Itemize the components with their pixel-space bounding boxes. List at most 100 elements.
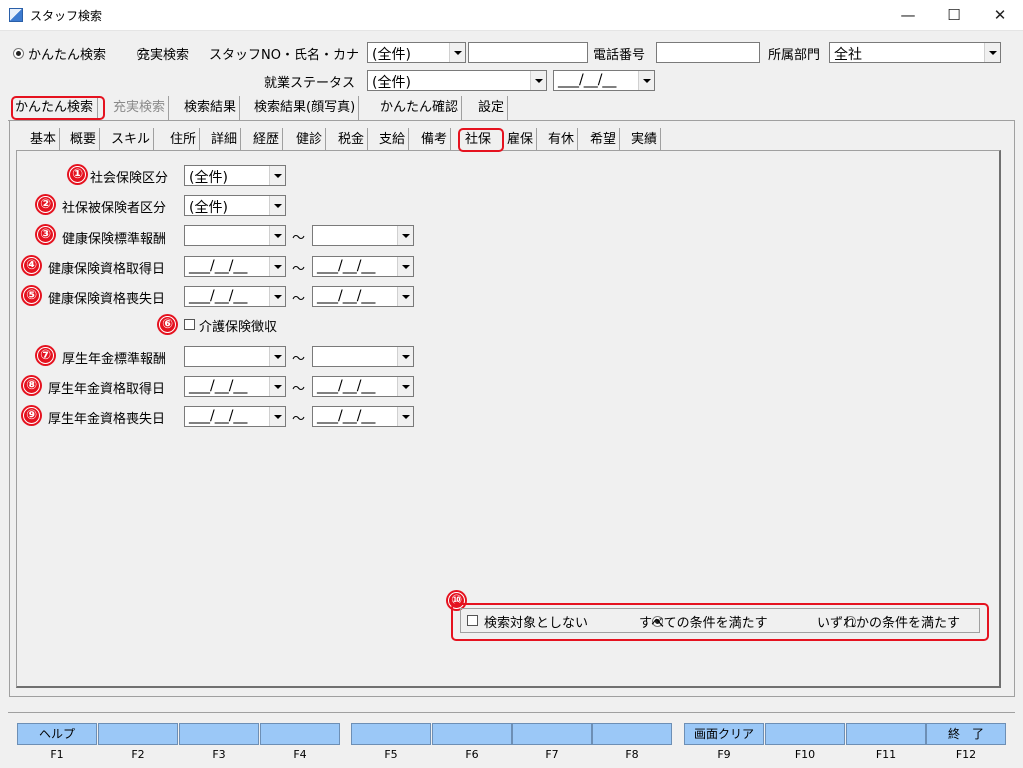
subtab-history[interactable]: 経歴 [250,128,284,151]
exit-button[interactable]: 終 了 [926,723,1006,745]
pension-standard-pay-from[interactable] [184,346,286,367]
subtab-performance[interactable]: 実績 [628,128,662,151]
phone-label: 電話番号 [593,48,646,63]
close-button[interactable]: ✕ [977,0,1023,31]
minimize-button[interactable]: — [885,0,931,31]
status-date-picker[interactable]: ___/__/__ [553,70,655,91]
tab-search-results[interactable]: 検索結果 [181,96,241,120]
f7-button[interactable] [512,723,592,745]
pension-acquired-date-label: 厚生年金資格取得日 [48,382,166,397]
tab-highlight [11,96,105,120]
chevron-down-icon [449,43,465,62]
f2-button[interactable] [98,723,178,745]
fkey-label: F7 [545,748,559,761]
health-standard-pay-from[interactable] [184,225,286,246]
window-title: スタッフ検索 [30,9,103,23]
range-tilde: ～ [292,262,306,277]
phone-input[interactable] [656,42,760,63]
marker-4: ④ [21,255,42,276]
subtab-skills[interactable]: スキル [108,128,155,151]
nursing-care-label: 介護保険徴収 [199,320,278,335]
subtab-pay[interactable]: 支給 [376,128,410,151]
fkey-label: F1 [50,748,64,761]
fkey-label: F8 [625,748,639,761]
subtab-address[interactable]: 住所 [167,128,201,151]
subtab-details[interactable]: 詳細 [208,128,242,151]
chevron-down-icon [269,196,285,215]
pension-acquired-date-to[interactable]: ___/__/__ [312,376,414,397]
insured-type-select[interactable]: (全件) [184,195,286,216]
dept-select[interactable]: 全社 [829,42,1001,63]
subtab-paid-leave[interactable]: 有休 [545,128,579,151]
chevron-down-icon [269,407,285,426]
fkey-label: F11 [875,748,897,761]
chevron-down-icon [397,287,413,306]
pension-lost-date-to[interactable]: ___/__/__ [312,406,414,427]
marker-6: ⑥ [157,314,178,335]
title-bar [0,0,1023,31]
simple-search-radio[interactable] [13,48,24,59]
f11-button[interactable] [846,723,926,745]
pension-acquired-date-from[interactable]: ___/__/__ [184,376,286,397]
health-lost-date-from[interactable]: ___/__/__ [184,286,286,307]
f6-button[interactable] [432,723,512,745]
marker-8: ⑧ [21,375,42,396]
health-acquired-date-from[interactable]: ___/__/__ [184,256,286,277]
insured-type-label: 社保被保険者区分 [62,201,167,216]
health-acquired-date-label: 健康保険資格取得日 [48,262,166,277]
chevron-down-icon [269,347,285,366]
clear-screen-button[interactable]: 画面クリア [684,723,764,745]
range-tilde: ～ [292,352,306,367]
f8-button[interactable] [592,723,672,745]
f10-button[interactable] [765,723,845,745]
help-button[interactable]: ヘルプ [17,723,97,745]
marker-7: ⑦ [35,345,56,366]
f4-button[interactable] [260,723,340,745]
marker-9: ⑨ [21,405,42,426]
tab-search-results-photo[interactable]: 検索結果(顔写真) [251,96,360,120]
subtab-wishes[interactable]: 希望 [587,128,621,151]
social-insurance-type-label: 社会保険区分 [90,171,169,186]
chevron-down-icon [269,166,285,185]
marker-5: ⑤ [21,285,42,306]
fkey-label: F10 [794,748,816,761]
tab-settings[interactable]: 設定 [475,96,509,120]
social-insurance-type-select[interactable]: (全件) [184,165,286,186]
pension-standard-pay-label: 厚生年金標準報酬 [62,352,167,367]
status-select[interactable]: (全件) [367,70,547,91]
subtab-basic[interactable]: 基本 [27,128,61,151]
staff-search-select[interactable]: (全件) [367,42,466,63]
f5-button[interactable] [351,723,431,745]
health-standard-pay-to[interactable] [312,225,414,246]
subtab-notes[interactable]: 備考 [418,128,452,151]
chevron-down-icon [397,226,413,245]
health-standard-pay-label: 健康保険標準報酬 [62,232,167,247]
health-acquired-date-to[interactable]: ___/__/__ [312,256,414,277]
subtab-tax[interactable]: 税金 [335,128,369,151]
marker-3: ③ [35,224,56,245]
subtab-health-check[interactable]: 健診 [293,128,327,151]
staff-search-input[interactable] [468,42,588,63]
dept-label: 所属部門 [768,48,821,63]
fkey-label: F5 [384,748,398,761]
tab-full-search[interactable]: 充実検索 [110,96,170,120]
chevron-down-icon [397,347,413,366]
tab-simple-confirm[interactable]: かんたん確認 [377,96,463,120]
f3-button[interactable] [179,723,259,745]
range-tilde: ～ [292,292,306,307]
maximize-button[interactable]: ☐ [931,0,977,31]
range-tilde: ～ [292,412,306,427]
subtab-employment-insurance[interactable]: 雇保 [504,128,538,151]
nursing-care-checkbox[interactable] [184,319,195,330]
subtab-overview[interactable]: 概要 [67,128,101,151]
chevron-down-icon [269,377,285,396]
chevron-down-icon [397,377,413,396]
exclude-checkbox[interactable] [467,615,478,626]
pension-standard-pay-to[interactable] [312,346,414,367]
pension-lost-date-from[interactable]: ___/__/__ [184,406,286,427]
all-conditions-label: すべての条件を満たす [639,616,768,631]
health-lost-date-to[interactable]: ___/__/__ [312,286,414,307]
fkey-separator [8,712,1015,713]
app-icon [9,8,23,22]
fkey-label: F4 [293,748,307,761]
